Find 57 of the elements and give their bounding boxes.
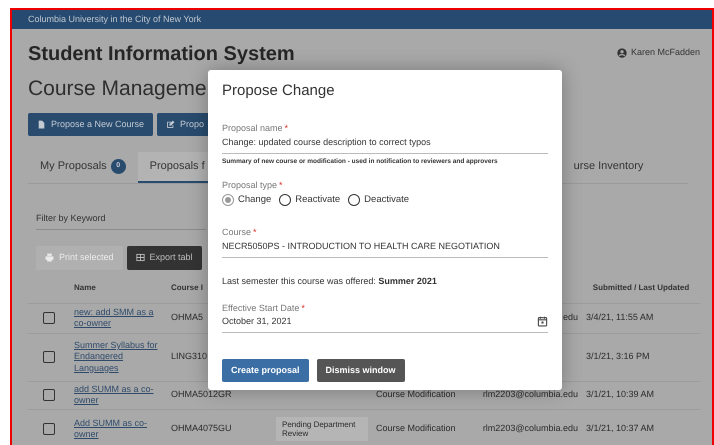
proposal-link[interactable]: Add SUMM as co-owner	[74, 418, 163, 440]
table-icon	[136, 253, 145, 262]
email: rlm2203@columbia.edu	[482, 389, 578, 401]
top-bar-title: Columbia University in the City of New York	[28, 14, 202, 24]
user-name[interactable]: Karen McFadden	[630, 46, 700, 60]
email: rlm2203@columbia.edu	[482, 423, 578, 435]
proposal-type: Course Modification	[376, 423, 456, 435]
table-button[interactable]: Export tabl	[126, 246, 202, 270]
radio-option[interactable]: Change	[222, 194, 272, 206]
column-header: Course I	[171, 283, 204, 293]
filter-field[interactable]: Filter by Keyword	[36, 208, 206, 230]
course-id: LING310	[171, 351, 208, 363]
course-field[interactable]: NECR5050PS - INTRODUCTION TO HEALTH CARE NEGOTIATION	[222, 238, 548, 258]
course-id: OHMA5012GR	[171, 389, 232, 401]
printer-icon	[45, 253, 54, 262]
file-icon	[37, 120, 46, 129]
proposal-link[interactable]: add SUMM as a co-owner	[74, 384, 163, 406]
checkbox[interactable]	[43, 351, 55, 363]
tab[interactable]: urse Inventory	[562, 152, 656, 182]
checkbox[interactable]	[43, 423, 55, 435]
date: 3/1/21, 10:39 AM	[586, 389, 654, 401]
required-mark: *	[279, 180, 283, 190]
user-icon	[616, 48, 627, 58]
checkbox[interactable]	[43, 389, 55, 401]
column-header: Name	[74, 283, 96, 293]
date: 3/1/21, 10:37 AM	[586, 423, 654, 435]
date: 3/4/21, 11:55 AM	[586, 312, 654, 324]
required-mark: *	[301, 302, 305, 313]
email: edu	[562, 312, 578, 324]
app-title: Student Information System	[28, 42, 295, 67]
field-label: Proposal type	[222, 180, 278, 190]
radio-option[interactable]: Reactivate	[279, 194, 340, 206]
radio-option[interactable]: Deactivate	[348, 194, 410, 206]
checkbox[interactable]	[43, 312, 55, 324]
column-header: Submitted / Last Updated	[592, 283, 690, 293]
proposal-link[interactable]: new: add SMM as a co-owner	[74, 306, 163, 330]
required-mark: *	[253, 227, 257, 238]
required-mark: *	[284, 123, 288, 133]
course-id: OHMA4075GU	[171, 423, 232, 435]
proposal-type: Course Modification	[376, 389, 456, 401]
field-label: Effective Start Date	[222, 302, 300, 313]
proposal-link[interactable]: Summer Syllabus for Endangered Languages	[74, 340, 163, 374]
course-id: OHMA5	[171, 312, 204, 324]
last-offered-text: Last semester this course was offered: Summer 2021	[222, 276, 438, 287]
status-badge: Pending Department Review	[276, 416, 368, 442]
action-button[interactable]: Propose a New Course	[28, 112, 154, 136]
modal-button[interactable]: Create proposal	[222, 359, 309, 382]
calendar-icon	[537, 316, 548, 328]
date-field[interactable]: October 31, 2021	[222, 313, 548, 334]
modal-title: Propose Change	[222, 82, 336, 100]
page-title: Course Manageme	[28, 76, 207, 102]
field-label: Course	[222, 227, 252, 238]
proposal-name-field[interactable]: Change: updated course description to correct typos	[222, 134, 548, 154]
edit-icon	[166, 120, 176, 129]
date: 3/1/21, 3:16 PM	[586, 351, 650, 363]
field-label: Proposal name	[222, 123, 283, 133]
modal-button[interactable]: Dismiss window	[316, 359, 405, 382]
